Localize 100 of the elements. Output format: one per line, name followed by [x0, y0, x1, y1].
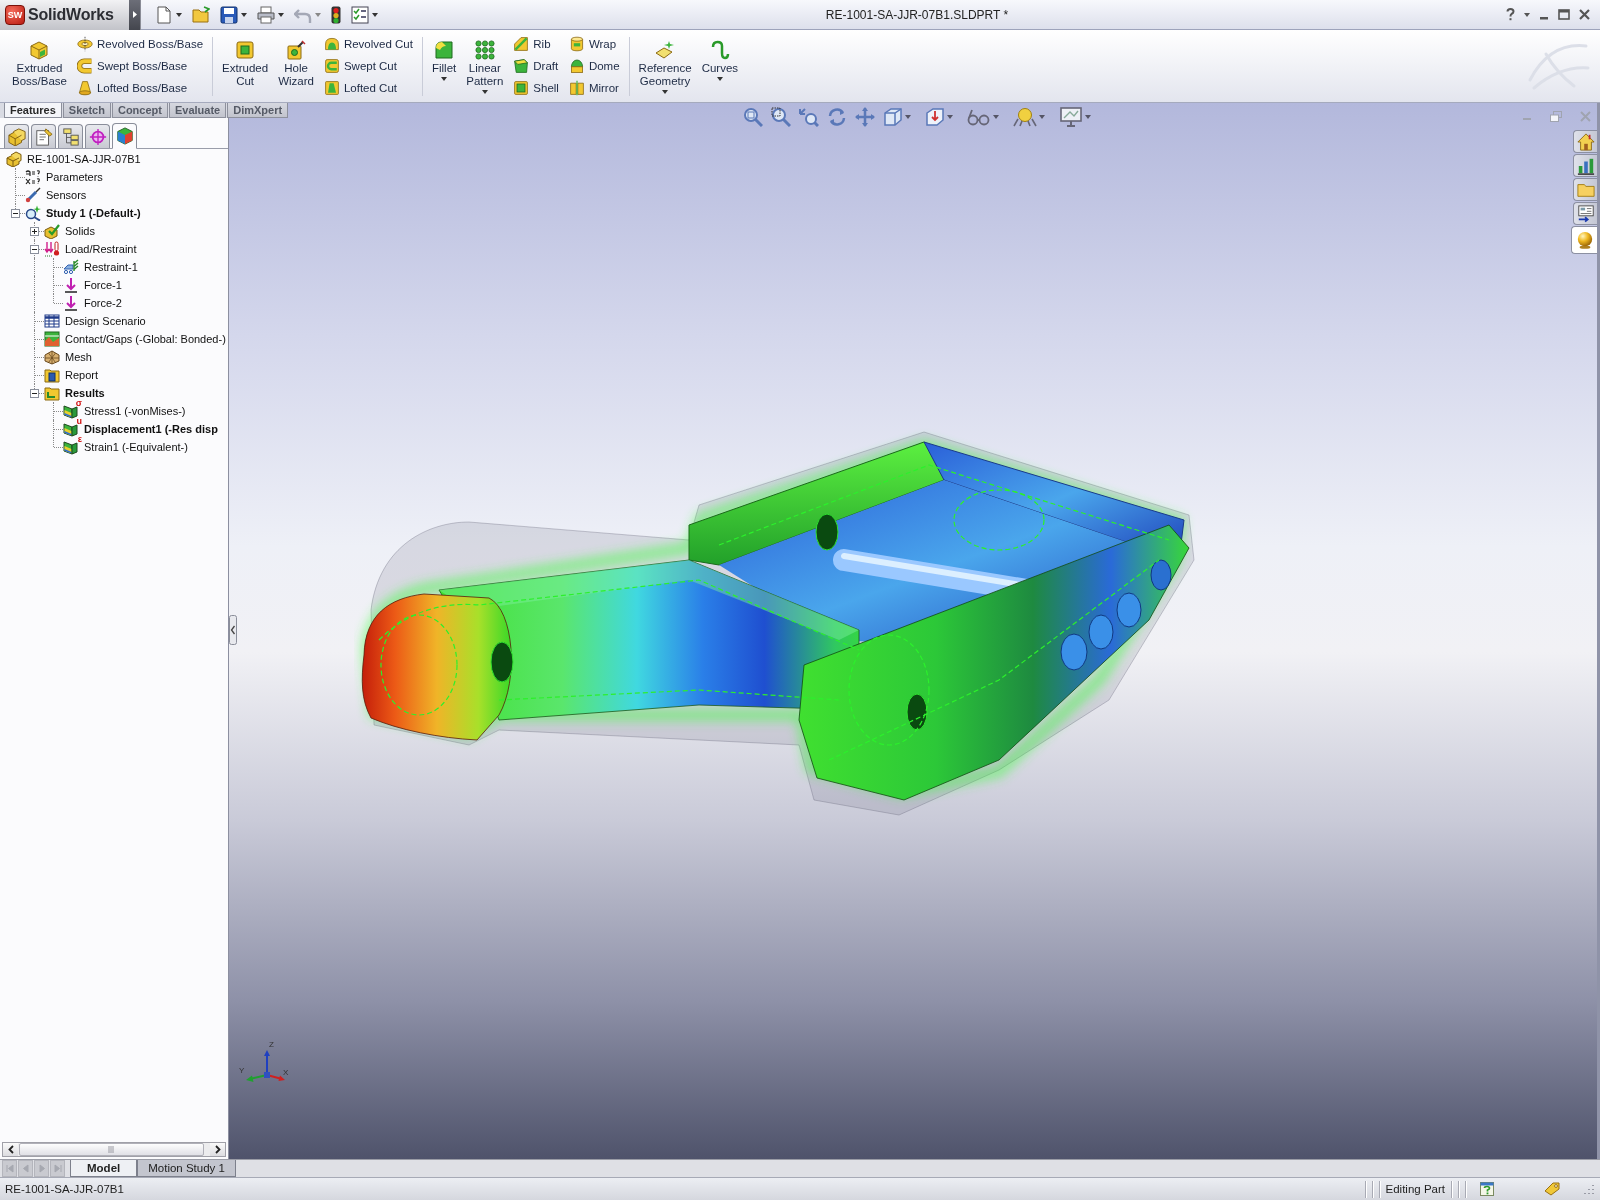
scroll-left-button[interactable] — [3, 1143, 18, 1156]
caret-icon[interactable] — [481, 90, 488, 94]
tree-item[interactable]: Report — [63, 369, 101, 381]
tool-button[interactable]: Dome — [566, 55, 622, 77]
tree-item[interactable]: Displacement1 (-Res disp — [82, 423, 220, 435]
cylinder-icon — [568, 36, 585, 52]
light-bulb-icon[interactable] — [1013, 107, 1037, 127]
tool-button[interactable]: Lofted Cut — [321, 77, 415, 99]
expand-toggle[interactable] — [11, 208, 20, 218]
printer-icon[interactable] — [257, 5, 275, 24]
large-tool-button[interactable]: Fillet — [429, 33, 459, 81]
previous-view-icon[interactable] — [799, 107, 819, 127]
restore-icon[interactable] — [1550, 111, 1562, 122]
tree-item[interactable]: Load/Restraint — [63, 243, 139, 255]
tree-item[interactable]: Restraint-1 — [82, 261, 140, 273]
caret-icon[interactable] — [278, 12, 284, 17]
result-plot-icon — [63, 439, 79, 455]
horizontal-scrollbar[interactable] — [2, 1142, 226, 1157]
revolve-cut-icon — [323, 36, 340, 52]
document-tab[interactable]: Model — [70, 1160, 138, 1177]
tree-item[interactable]: Design Scenario — [63, 315, 148, 327]
tree-item[interactable]: Solids — [63, 225, 97, 237]
axis-triad-icon — [245, 1049, 285, 1085]
rotate-icon[interactable] — [827, 107, 847, 127]
tree-item[interactable]: RE-1001-SA-JJR-07B1 — [25, 153, 143, 165]
monitor-icon[interactable] — [1059, 107, 1083, 127]
large-tool-button[interactable]: Hole Wizard — [276, 33, 316, 88]
task-pane-tab[interactable] — [1573, 154, 1597, 177]
document-tab[interactable]: Motion Study 1 — [137, 1160, 236, 1177]
caret-icon[interactable] — [176, 12, 182, 17]
caret-icon[interactable] — [1524, 12, 1530, 17]
panel-tab[interactable] — [112, 123, 137, 149]
tree-item[interactable]: Results — [63, 387, 107, 399]
large-tool-button[interactable]: Extruded Cut — [220, 33, 271, 88]
sweep-icon — [76, 58, 93, 74]
tool-button[interactable]: Draft — [511, 55, 561, 77]
cube-icon[interactable] — [883, 107, 903, 127]
tree-item[interactable]: Force-1 — [82, 279, 124, 291]
menu-flyout-button[interactable] — [129, 0, 140, 30]
large-tool-button[interactable]: Reference Geometry — [636, 33, 694, 94]
section-view-icon[interactable] — [925, 107, 945, 127]
draft-icon — [513, 58, 530, 74]
tree-item[interactable]: Sensors — [44, 189, 89, 201]
large-tool-button[interactable]: Linear Pattern — [464, 33, 506, 94]
close-icon[interactable] — [1579, 9, 1590, 20]
tag-icon[interactable] — [1544, 1182, 1560, 1196]
task-pane-tab[interactable] — [1573, 202, 1597, 225]
tree-item[interactable]: Mesh — [63, 351, 94, 363]
caret-icon[interactable] — [716, 77, 723, 81]
tree-item[interactable]: Force-2 — [82, 297, 124, 309]
ribbon-tab[interactable]: Evaluate — [168, 103, 227, 118]
app-name: SolidWorks — [28, 5, 114, 24]
zoom-area-icon[interactable] — [771, 107, 791, 127]
expand-toggle[interactable] — [30, 226, 39, 236]
help-icon[interactable] — [1506, 8, 1515, 21]
tree-item[interactable]: Study 1 (-Default-) — [44, 207, 143, 219]
large-tool-button[interactable]: Extruded Boss/Base — [10, 33, 69, 88]
collapse-handle-icon[interactable] — [229, 615, 237, 645]
tool-button[interactable]: Wrap — [566, 33, 622, 55]
ribbon-tab[interactable]: Concept — [111, 103, 168, 118]
help-icon[interactable] — [1480, 1182, 1494, 1196]
ribbon-tab[interactable]: DimXpert — [227, 103, 289, 118]
maximize-icon[interactable] — [1558, 9, 1570, 20]
panel-tab[interactable] — [31, 124, 56, 148]
tool-button[interactable]: Rib — [511, 33, 561, 55]
caret-icon[interactable] — [662, 90, 669, 94]
tool-button[interactable]: Shell — [511, 77, 561, 99]
new-document-icon[interactable] — [155, 5, 173, 24]
tree-item[interactable]: Strain1 (-Equivalent-) — [82, 441, 190, 453]
traffic-light-icon[interactable] — [331, 5, 341, 24]
checklist-icon[interactable] — [351, 5, 369, 24]
tool-button[interactable]: Swept Cut — [321, 55, 415, 77]
tree-item[interactable]: Parameters — [44, 171, 105, 183]
panel-tab[interactable] — [58, 124, 83, 148]
pan-icon[interactable] — [855, 107, 875, 127]
scroll-right-button[interactable] — [210, 1143, 225, 1156]
caret-icon[interactable] — [441, 77, 448, 81]
tree-item[interactable]: Stress1 (-vonMises-) — [82, 405, 188, 417]
caret-icon[interactable] — [241, 12, 247, 17]
large-tool-button[interactable]: Curves — [699, 33, 741, 81]
tool-button[interactable]: Revolved Cut — [321, 33, 415, 55]
ribbon-tab[interactable]: Sketch — [62, 103, 111, 118]
tool-button[interactable]: Lofted Boss/Base — [74, 77, 206, 99]
ribbon-tab[interactable]: Features — [4, 103, 62, 118]
tree-item[interactable]: Contact/Gaps (-Global: Bonded-) — [63, 333, 228, 345]
caret-icon[interactable] — [372, 12, 378, 17]
expand-toggle[interactable] — [30, 244, 39, 254]
panel-tab[interactable] — [85, 124, 110, 148]
tool-button[interactable]: Revolved Boss/Base — [74, 33, 206, 55]
scrollbar-thumb[interactable] — [19, 1143, 204, 1156]
tool-button[interactable]: Swept Boss/Base — [74, 55, 206, 77]
tool-button[interactable]: Mirror — [566, 77, 622, 99]
logo-badge: SW — [5, 4, 25, 25]
expand-toggle[interactable] — [30, 388, 39, 398]
task-pane-tab[interactable] — [1573, 130, 1597, 153]
zoom-to-fit-icon[interactable] — [743, 107, 763, 127]
panel-tab[interactable] — [4, 124, 29, 148]
open-folder-icon[interactable] — [192, 5, 210, 24]
glasses-icon[interactable] — [967, 107, 991, 127]
probe-icon — [25, 187, 41, 203]
